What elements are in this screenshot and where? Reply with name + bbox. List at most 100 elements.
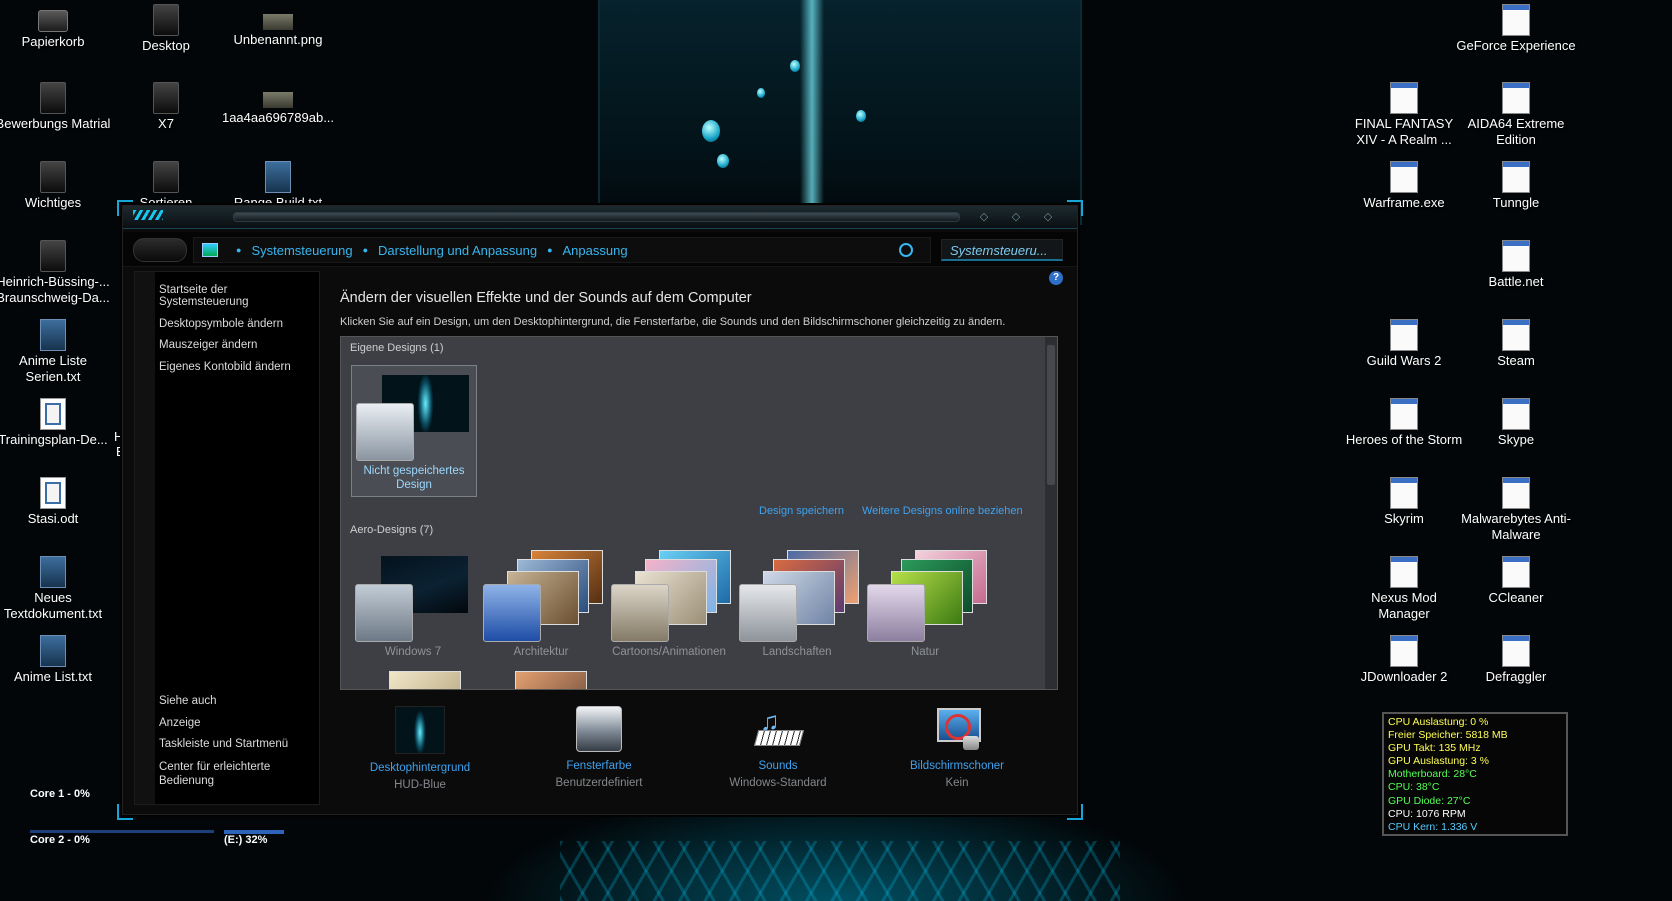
tool-label: Desktophintergrund [369,762,471,774]
theme-label: Cartoons/Animationen [612,646,726,658]
theme-windows-7[interactable]: Windows 7 [351,547,475,677]
desktop-icon[interactable]: Unbenannt.png [218,4,338,48]
exe-icon [1390,161,1418,193]
desktop-icon[interactable]: 1aa4aa696789ab... [218,82,338,126]
exe-icon [1502,161,1530,193]
txt-icon [40,319,66,351]
desktop-icon[interactable]: Anime List.txt [0,635,113,685]
desktop-icon-label: Unbenannt.png [233,32,323,47]
breadcrumb-darstellung[interactable]: Darstellung und Anpassung [378,243,537,258]
doc-icon [40,398,66,430]
txt-icon [40,635,66,667]
desktop-icon[interactable]: Trainingsplan-De... [0,398,113,448]
title-bar[interactable]: ◇ ◇ ◇ [123,206,1077,229]
back-forward-buttons[interactable] [133,238,187,262]
desktop-icon-label: Wichtiges [24,195,82,210]
screensaver-icon [933,706,981,752]
desktop-icon-label: Tunngle [1492,195,1540,210]
desktop-icon[interactable]: Malwarebytes Anti-Malware [1456,477,1576,543]
desktop-icon-label: Desktop [142,38,190,53]
bin-icon [38,10,68,32]
desktop-icon[interactable]: AIDA64 Extreme Edition [1456,82,1576,148]
desktop-icon[interactable]: Guild Wars 2 [1344,319,1464,369]
core1-bar [30,830,214,833]
desktop-icon[interactable]: Anime Liste Serien.txt [0,319,113,385]
refresh-icon[interactable] [899,243,913,257]
breadcrumb-anpassung[interactable]: Anpassung [563,243,628,258]
sidebar-link-desktop-icons[interactable]: Desktopsymbole ändern [159,318,283,330]
breadcrumb-separator: ● [236,245,242,255]
breadcrumb: ● Systemsteuerung ● Darstellung und Anpa… [193,237,931,263]
theme-partial[interactable] [389,671,461,689]
sysmon-line: Freier Speicher: 5818 MB [1388,729,1508,742]
desktop-icon[interactable]: Neues Textdokument.txt [0,556,113,622]
desktop-icon[interactable]: Heinrich-Büssing-... Braunschweig-Da... [0,240,113,306]
sidebar-link-mouse-pointers[interactable]: Mauszeiger ändern [159,339,257,351]
tool-value: Kein [945,777,969,789]
desktop-icon-label: Heinrich-Büssing-... Braunschweig-Da... [0,274,110,305]
sysmon-line: GPU Takt: 135 MHz [1388,742,1481,755]
theme-natur[interactable]: Natur [863,547,987,677]
desktop-icon[interactable]: Battle.net [1456,240,1576,290]
see-also-display[interactable]: Anzeige [159,717,201,729]
desktop-icon[interactable]: Bewerbungs Matrial [0,82,113,132]
desktop-icon[interactable]: Skype [1456,398,1576,448]
help-icon[interactable]: ? [1049,271,1063,285]
desktop-icon[interactable]: GeForce Experience [1456,4,1576,54]
tool-desktop-background[interactable]: Desktophintergrund HUD-Blue [340,706,500,791]
tool-sounds[interactable]: ♫ Sounds Windows-Standard [698,706,858,789]
minimize-button[interactable]: ◇ [973,209,995,225]
page-title: Ändern der visuellen Effekte und der Sou… [340,290,752,306]
sysmon-line: CPU Auslastung: 0 % [1388,716,1489,728]
desktop-icon[interactable]: Warframe.exe [1344,161,1464,211]
breadcrumb-systemsteuerung[interactable]: Systemsteuerung [251,243,352,258]
desktop-icon[interactable]: Skyrim [1344,477,1464,527]
see-also-ease-of-access[interactable]: Center für erleichterte Bedienung [159,760,289,788]
theme-partial[interactable] [515,671,587,689]
exe-icon [1502,82,1530,114]
system-monitor-gadget: CPU Auslastung: 0 % Freier Speicher: 5818… [1382,712,1568,836]
desktop-icon[interactable]: JDownloader 2 [1344,635,1464,685]
desktop-icon[interactable]: Stasi.odt [0,477,113,527]
tool-screensaver[interactable]: Bildschirmschoner Kein [877,706,1037,789]
desktop-icon-label: X7 [158,116,174,131]
theme-label: Natur [910,646,940,658]
maximize-button[interactable]: ◇ [1005,209,1027,225]
exe-icon [1502,4,1530,36]
desktop-icon[interactable]: Range Build.txt [218,161,338,211]
sidebar-home-link[interactable]: Startseite der Systemsteuerung [159,284,319,308]
theme-architektur[interactable]: Architektur [479,547,603,677]
window-logo-icon [133,210,163,220]
folder-icon [153,4,179,36]
theme-landschaften[interactable]: Landschaften [735,547,859,677]
desktop-icon-label: Defraggler [1485,669,1547,684]
desktop-icon[interactable]: Desktop [106,4,226,54]
desktop-icon[interactable]: Wichtiges [0,161,113,211]
desktop-icon[interactable]: Steam [1456,319,1576,369]
see-also-taskbar[interactable]: Taskleiste und Startmenü [159,738,288,750]
sysmon-line: Motherboard: 28°C [1388,768,1477,781]
tool-window-color[interactable]: Fensterfarbe Benutzerdefiniert [519,706,679,789]
exe-icon [1390,477,1418,509]
search-input[interactable]: Systemsteueru... [941,239,1063,261]
desktop-icon[interactable]: X7 [106,82,226,132]
exe-icon [1502,319,1530,351]
exe-icon [1502,635,1530,667]
gallery-scrollbar[interactable] [1045,337,1057,689]
folder-icon [40,240,66,272]
exe-icon [1502,398,1530,430]
desktop-icon[interactable]: Heroes of the Storm [1344,398,1464,448]
theme-cartoons[interactable]: Cartoons/Animationen [607,547,731,677]
more-designs-online-link[interactable]: Weitere Designs online beziehen [862,505,1023,517]
desktop-icon[interactable]: FINAL FANTASY XIV - A Realm ... [1344,82,1464,148]
close-button[interactable]: ◇ [1037,209,1059,225]
desktop-icon[interactable]: CCleaner [1456,556,1576,606]
desktop-icon-label: Heroes of the Storm [1345,432,1463,447]
save-design-link[interactable]: Design speichern [759,505,844,517]
theme-unsaved[interactable]: Nicht gespeichertes Design [351,365,477,497]
desktop-icon[interactable]: Nexus Mod Manager [1344,556,1464,622]
desktop-icon[interactable]: Defraggler [1456,635,1576,685]
desktop-icon[interactable]: Papierkorb [0,4,113,50]
desktop-icon[interactable]: Tunngle [1456,161,1576,211]
sidebar-link-account-picture[interactable]: Eigenes Kontobild ändern [159,361,291,373]
